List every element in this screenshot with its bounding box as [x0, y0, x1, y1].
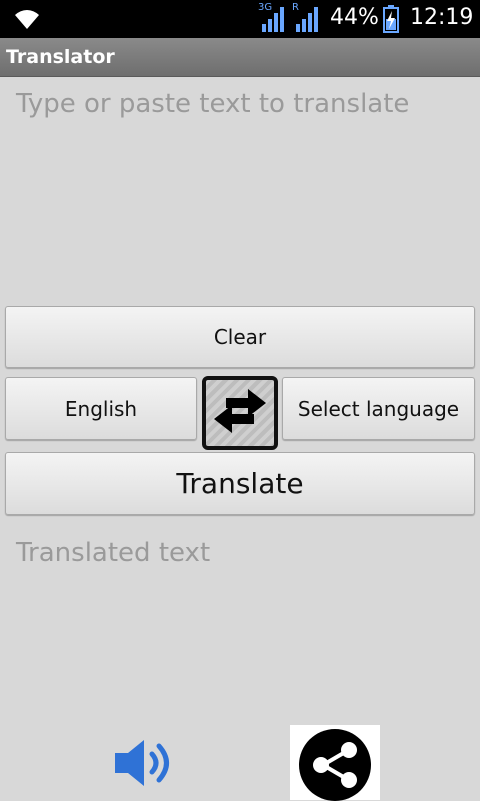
target-language-label: Select language	[297, 396, 460, 421]
clock: 12:19	[410, 5, 474, 30]
clear-button-label: Clear	[213, 325, 267, 349]
translate-button-label: Translate	[176, 467, 304, 500]
signal-icon	[262, 6, 286, 36]
translate-button[interactable]: Translate	[5, 452, 475, 515]
speaker-icon[interactable]	[112, 738, 180, 792]
source-language-label: English	[64, 396, 138, 421]
battery-percent: 44%	[330, 5, 379, 30]
target-language-button[interactable]: Select language	[282, 377, 475, 440]
clear-button[interactable]: Clear	[5, 306, 475, 368]
translated-text-output: Translated text	[16, 538, 211, 568]
swap-languages-button[interactable]	[202, 376, 278, 450]
status-bar: 3G R 44% 12:19	[0, 0, 480, 38]
app-title-bar: Translator	[0, 38, 480, 77]
source-language-button[interactable]: English	[5, 377, 197, 440]
wifi-icon	[14, 7, 40, 35]
swap-arrows-icon	[210, 384, 270, 442]
signal-icon	[296, 6, 320, 36]
share-button[interactable]	[290, 725, 380, 801]
battery-icon	[383, 5, 399, 37]
source-text-input[interactable]	[0, 77, 480, 303]
app-title: Translator	[6, 46, 115, 68]
